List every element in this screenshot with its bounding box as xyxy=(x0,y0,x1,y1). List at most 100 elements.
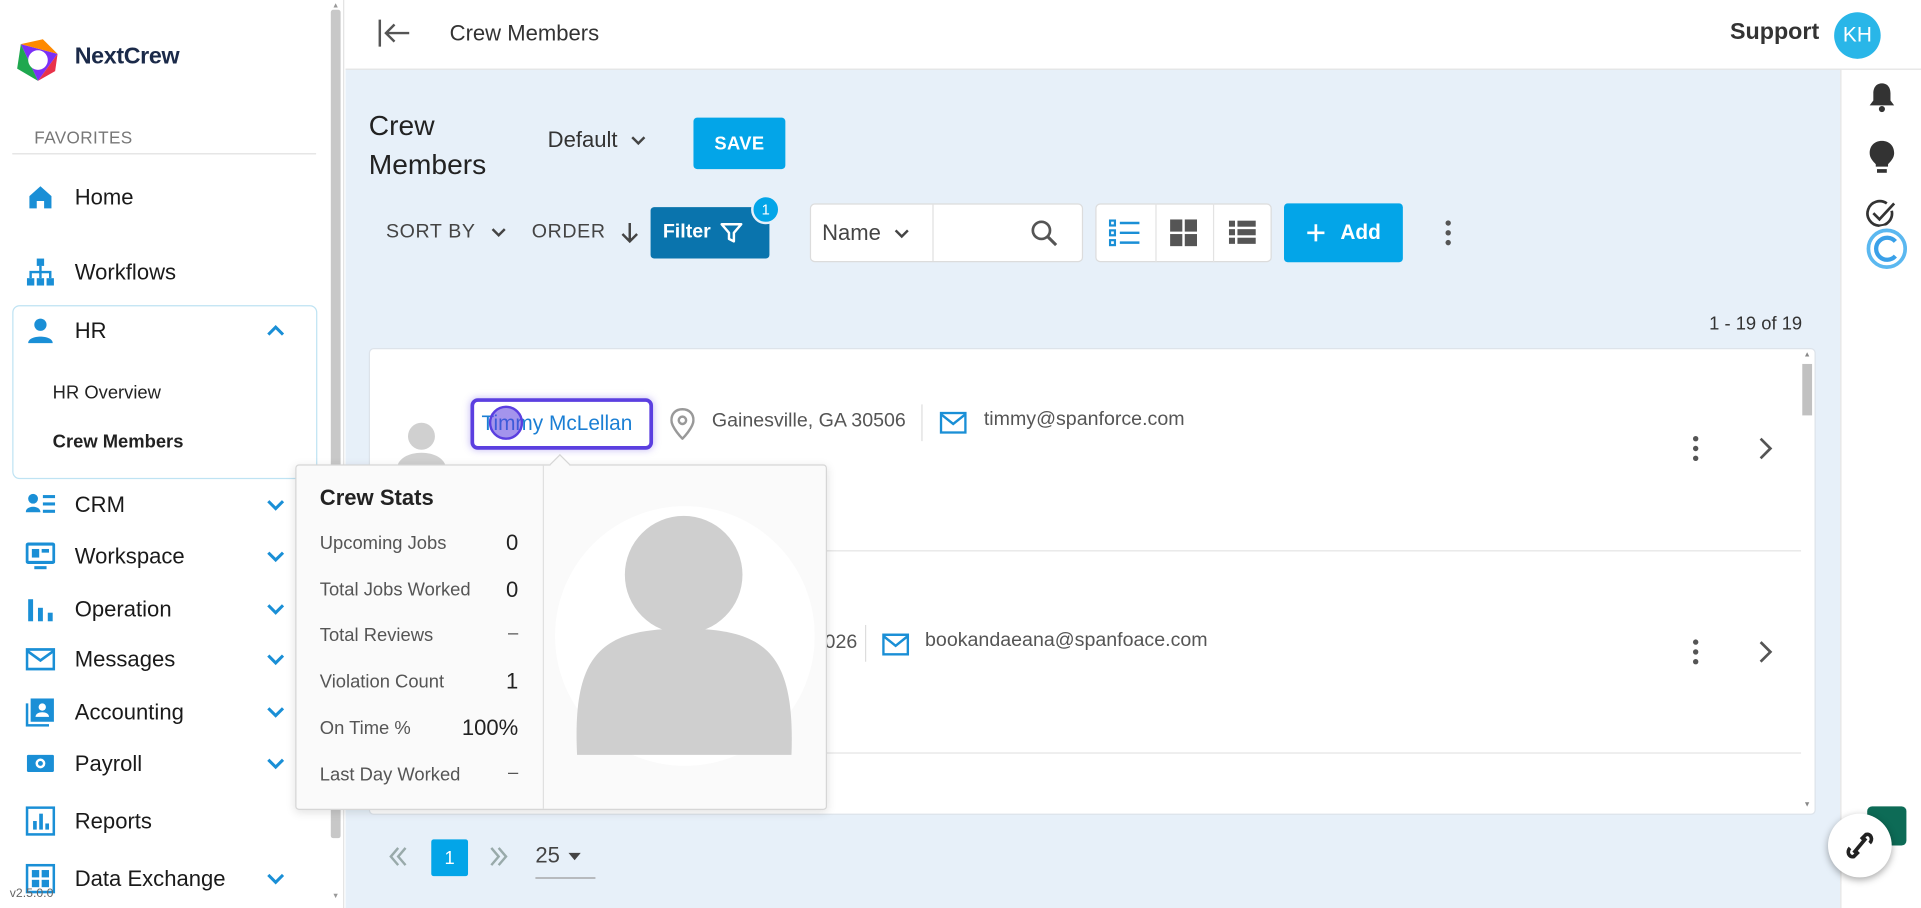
chevron-down-icon[interactable] xyxy=(265,545,287,567)
view-divider xyxy=(1212,203,1215,263)
sidebar-item-reports[interactable]: Reports xyxy=(12,795,316,846)
stat-label: Total Jobs Worked xyxy=(319,579,471,601)
row-more-vert-icon[interactable] xyxy=(1688,637,1703,666)
sidebar-item-label: Operation xyxy=(74,596,172,621)
order-label: ORDER xyxy=(531,221,606,243)
money-icon xyxy=(26,749,55,778)
extension-icon[interactable] xyxy=(1862,224,1911,273)
list-scroll-up[interactable]: ▲ xyxy=(1803,352,1810,359)
sort-by-label: SORT BY xyxy=(385,221,476,243)
sidebar-sub-crew-members[interactable]: Crew Members xyxy=(53,431,184,452)
per-page-underline xyxy=(535,877,596,879)
chevron-up-icon[interactable] xyxy=(265,320,287,342)
stat-label: Violation Count xyxy=(319,671,445,693)
sidebar-item-operation[interactable]: Operation xyxy=(12,583,316,634)
stat-label: Last Day Worked xyxy=(319,764,461,786)
chevron-right-icon[interactable] xyxy=(1756,436,1776,461)
search-input[interactable] xyxy=(935,206,1028,260)
mail-icon xyxy=(939,411,967,434)
search-field-value: Name xyxy=(822,220,881,246)
sort-by-control[interactable]: SORT BY xyxy=(386,222,507,244)
bell-icon[interactable] xyxy=(1867,81,1896,113)
save-button[interactable]: SAVE xyxy=(693,117,786,170)
chevron-down-icon[interactable] xyxy=(265,598,287,620)
list-scrollbar[interactable] xyxy=(1802,363,1813,416)
contact-list-icon xyxy=(25,490,56,519)
version-label: v2.5.0.0 xyxy=(9,887,54,901)
sidebar-scroll-up[interactable]: ▲ xyxy=(331,2,341,9)
sidebar-item-home[interactable]: Home xyxy=(12,172,316,223)
first-page-icon[interactable] xyxy=(387,844,409,869)
plus-icon xyxy=(1306,223,1326,243)
arrow-down-icon xyxy=(620,222,640,244)
sitemap-icon xyxy=(26,257,55,286)
favorites-divider xyxy=(12,153,317,155)
filter-icon xyxy=(720,222,743,244)
sidebar-item-crm[interactable]: CRM xyxy=(12,479,316,530)
page-number-button[interactable]: 1 xyxy=(431,839,469,877)
crew-member-email[interactable]: timmy@spanforce.com xyxy=(984,409,1185,431)
sidebar-item-label: Messages xyxy=(74,646,176,671)
sidebar-item-label: Accounting xyxy=(74,699,184,724)
sidebar-item-data-exchange[interactable]: Data Exchange xyxy=(12,853,316,904)
view-divider xyxy=(1155,203,1157,263)
view-select[interactable]: Default xyxy=(548,127,647,153)
sidebar-item-workflows[interactable]: Workflows xyxy=(12,246,316,297)
stat-label: On Time % xyxy=(319,718,411,739)
sidebar-item-workspace[interactable]: Workspace xyxy=(12,531,316,582)
per-page-select[interactable]: 25 xyxy=(535,843,582,869)
order-control[interactable]: ORDER xyxy=(532,222,640,244)
avatar xyxy=(396,420,447,470)
lightbulb-icon[interactable] xyxy=(1868,140,1895,174)
report-icon xyxy=(25,806,56,836)
table-view-icon[interactable] xyxy=(1228,220,1256,246)
sidebar-item-payroll[interactable]: Payroll xyxy=(12,738,316,789)
user-avatar[interactable]: KH xyxy=(1834,12,1881,59)
grid-view-icon[interactable] xyxy=(1170,219,1198,247)
floating-action-button[interactable] xyxy=(1827,813,1892,878)
chevron-right-icon[interactable] xyxy=(1756,640,1776,665)
caret-down-icon xyxy=(567,851,582,861)
sidebar-item-label: Payroll xyxy=(74,750,143,776)
sidebar-item-accounting[interactable]: Accounting xyxy=(12,686,316,737)
per-page-value: 25 xyxy=(535,843,560,868)
sidebar-scroll-down[interactable]: ▼ xyxy=(331,892,341,902)
stat-value: 1 xyxy=(505,669,519,694)
stat-value: 100% xyxy=(461,715,519,741)
app-name[interactable]: NextCrew xyxy=(75,44,180,71)
chevron-down-icon[interactable] xyxy=(265,648,287,670)
page-title-line: Members xyxy=(368,148,487,181)
chevron-down-icon[interactable] xyxy=(265,494,287,516)
support-link[interactable]: Support xyxy=(1730,20,1819,47)
list-scroll-down[interactable]: ▼ xyxy=(1803,801,1810,808)
search-field-select[interactable]: Name xyxy=(822,221,910,247)
chevron-down-icon[interactable] xyxy=(265,868,287,890)
chevron-down-icon[interactable] xyxy=(265,701,287,723)
row-more-vert-icon[interactable] xyxy=(1688,434,1703,463)
link-icon xyxy=(1843,828,1877,862)
page-title-line: Crew xyxy=(368,109,435,141)
chevron-down-icon[interactable] xyxy=(265,752,287,774)
list-view-icon[interactable] xyxy=(1108,218,1141,247)
last-page-icon[interactable] xyxy=(488,844,510,869)
sidebar-item-label: CRM xyxy=(74,491,125,517)
add-button[interactable]: Add xyxy=(1284,203,1403,263)
search-icon[interactable] xyxy=(1029,218,1058,247)
crew-member-location: 026 xyxy=(824,632,858,654)
sidebar-item-messages[interactable]: Messages xyxy=(12,634,316,685)
stat-value: – xyxy=(508,762,519,784)
stat-label: Upcoming Jobs xyxy=(319,533,447,554)
page-breadcrumb: Crew Members xyxy=(449,20,600,46)
more-vert-icon[interactable] xyxy=(1441,218,1456,247)
result-count: 1 - 19 of 19 xyxy=(1709,313,1803,335)
sidebar-sub-hr-overview[interactable]: HR Overview xyxy=(53,382,161,403)
stat-value: – xyxy=(508,622,519,644)
bar-chart-icon xyxy=(26,594,55,623)
location-pin-icon xyxy=(670,408,695,440)
sidebar-item-hr[interactable]: HR xyxy=(12,305,316,356)
mail-icon xyxy=(882,633,910,656)
stat-value: 0 xyxy=(505,577,519,602)
sidebar-item-label: Reports xyxy=(74,808,152,833)
collapse-sidebar-icon[interactable] xyxy=(377,17,411,49)
crew-member-email[interactable]: bookandaeana@spanfoace.com xyxy=(925,630,1208,652)
